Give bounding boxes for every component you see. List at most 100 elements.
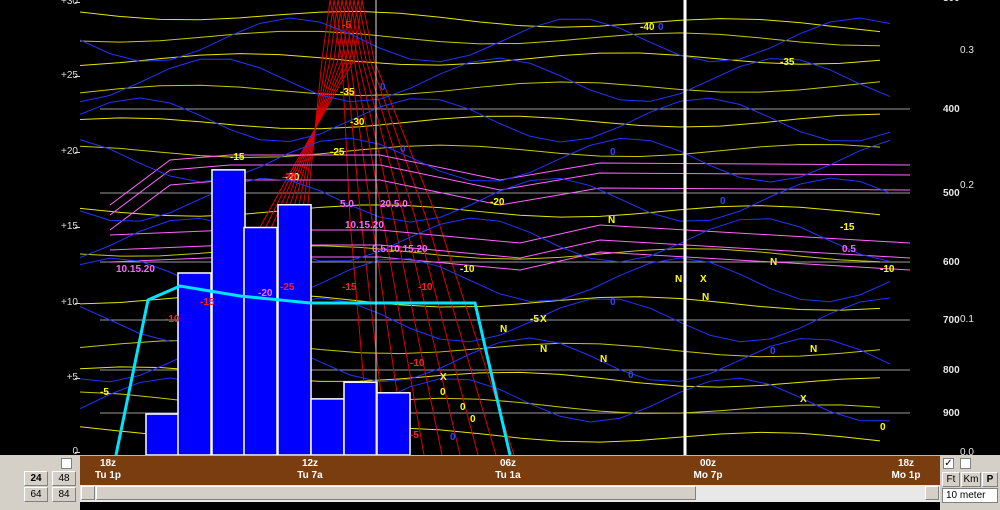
scroll-thumb[interactable] [96, 486, 696, 500]
time-label: 18z Tu 1p [83, 458, 133, 482]
cloud-bar [277, 204, 312, 455]
wind-symbol: N [500, 324, 507, 335]
wind-symbol: N [540, 344, 547, 355]
km-button[interactable]: Km [961, 472, 981, 487]
height-axis: +30+25+20+15+10+50 [0, 0, 80, 457]
wind-symbol: X [700, 274, 707, 285]
wind-label: 0 [610, 297, 616, 308]
time-label-z: 18z [897, 458, 915, 469]
isotherm-label: -5 [530, 314, 539, 325]
humidity-label: 10.15.20 [345, 220, 384, 231]
isotherm-label: -5 [100, 387, 109, 398]
isotherm-label: -15 [230, 152, 245, 163]
scroll-left-arrow[interactable] [81, 486, 95, 500]
height-tick-label: +30 [61, 0, 78, 7]
isotherm-label: -10 [460, 264, 475, 275]
humidity-label: -20 [258, 288, 273, 299]
pressure-tick-label: 400 [943, 104, 960, 115]
isotherm-label: -40 [640, 22, 655, 33]
wind-symbol: N [702, 292, 709, 303]
wind-symbol: N [675, 274, 682, 285]
option-checkbox-2[interactable] [960, 458, 971, 469]
pressure-tick-label: 300 [943, 0, 960, 4]
isotherm-label: -15 [840, 222, 855, 233]
sigma-tick-label: 0.2 [960, 180, 974, 191]
cloud-bar [310, 398, 345, 455]
temperature-label: -5 [342, 20, 351, 31]
pressure-axis: 3004005006007008009000.30.20.10.0 [940, 0, 1000, 458]
cloud-bar [243, 226, 278, 455]
range-checkbox[interactable] [61, 458, 72, 469]
pressure-tick-label: 900 [943, 408, 960, 419]
time-label: 00z Mo 7p [683, 458, 733, 482]
wind-label: 0 [658, 22, 664, 33]
time-label-z: 18z [99, 458, 117, 469]
scroll-right-arrow[interactable] [925, 486, 939, 500]
time-height-plot: -40 -35 -35 -30 -25 -20 -20 -15 -15 -10 -10 -5 -5 0 0 0… [80, 0, 940, 455]
humidity-label: 10.15.20 [116, 264, 155, 275]
feet-button[interactable]: Ft [942, 472, 960, 487]
time-label-z: 00z [699, 458, 717, 469]
isotherm-label: -25 [330, 147, 345, 158]
humidity-label: 5.0 [340, 199, 354, 210]
pressure-tick-label: 600 [943, 257, 960, 268]
cloud-bar [211, 169, 246, 455]
temperature-label: -15 [342, 282, 357, 293]
height-tick-label: +5 [66, 372, 78, 383]
range-48-button[interactable]: 48 [52, 471, 76, 486]
humidity-label: 0.5.10.15.20 [372, 244, 428, 255]
time-label-z: 06z [499, 458, 517, 469]
level-select[interactable]: 10 meter [942, 488, 998, 503]
wind-label: 0 [400, 144, 406, 155]
isotherm-label: -35 [340, 87, 355, 98]
pressure-tick-label: 800 [943, 365, 960, 376]
pressure-button[interactable]: P [982, 472, 998, 487]
isotherm-label: 0 [460, 402, 466, 413]
isotherm-label: -35 [780, 57, 795, 68]
wind-label: 0 [720, 196, 726, 207]
humidity-label: 20.5.0 [380, 199, 408, 210]
time-label: 12z Tu 7a [285, 458, 335, 482]
time-label-z: 12z [301, 458, 319, 469]
time-axis: 18z Tu 1p 12z Tu 7a 06z Tu 1a 00z Mo 7p 18z Mo 1p [80, 455, 940, 486]
isotherm-label: -20 [490, 197, 505, 208]
isotherm-label: -10 [880, 264, 895, 275]
humidity-label: 0.5 [842, 244, 856, 255]
time-label-local: Tu 1p [95, 470, 121, 481]
cloud-bar [376, 392, 411, 455]
wind-label: 0 [380, 82, 386, 93]
range-24-button[interactable]: 24 [24, 471, 48, 486]
wind-symbol: N [810, 344, 817, 355]
temperature-label: -15 [200, 297, 215, 308]
wind-symbol: X [800, 394, 807, 405]
time-label-local: Mo 1p [891, 470, 921, 481]
height-tick-label: +25 [61, 70, 78, 81]
temperature-label: -10 [410, 358, 425, 369]
temperature-label: -20 [282, 172, 297, 183]
range-64-button[interactable]: 64 [24, 487, 48, 502]
time-label-local: Tu 1a [495, 470, 521, 481]
time-label: 06z Tu 1a [483, 458, 533, 482]
wind-label: 0 [450, 432, 456, 443]
wind-label: 0 [628, 370, 634, 381]
isotherm-label: -30 [350, 117, 365, 128]
wind-label: 0 [770, 346, 776, 357]
pressure-tick-label: 700 [943, 315, 960, 326]
range-84-button[interactable]: 84 [52, 487, 76, 502]
temperature-label: -10 [165, 314, 180, 325]
time-label: 18z Mo 1p [881, 458, 931, 482]
height-tick-label: +15 [61, 221, 78, 232]
horizontal-scrollbar[interactable] [80, 485, 940, 502]
temperature-label: -25 [280, 282, 295, 293]
wind-symbol: N [770, 257, 777, 268]
temperature-label: -5 [410, 430, 419, 441]
range-controls: 24 48 64 84 [0, 455, 80, 510]
wind-symbol: N [608, 215, 615, 226]
temperature-label: -10 [418, 282, 433, 293]
isotherm-label: 0 [880, 422, 886, 433]
option-checkbox-1[interactable]: ✓ [943, 458, 954, 469]
wind-label: 0 [610, 147, 616, 158]
sigma-tick-label: 0.1 [960, 314, 974, 325]
height-tick-label: +20 [61, 146, 78, 157]
pressure-tick-label: 500 [943, 188, 960, 199]
